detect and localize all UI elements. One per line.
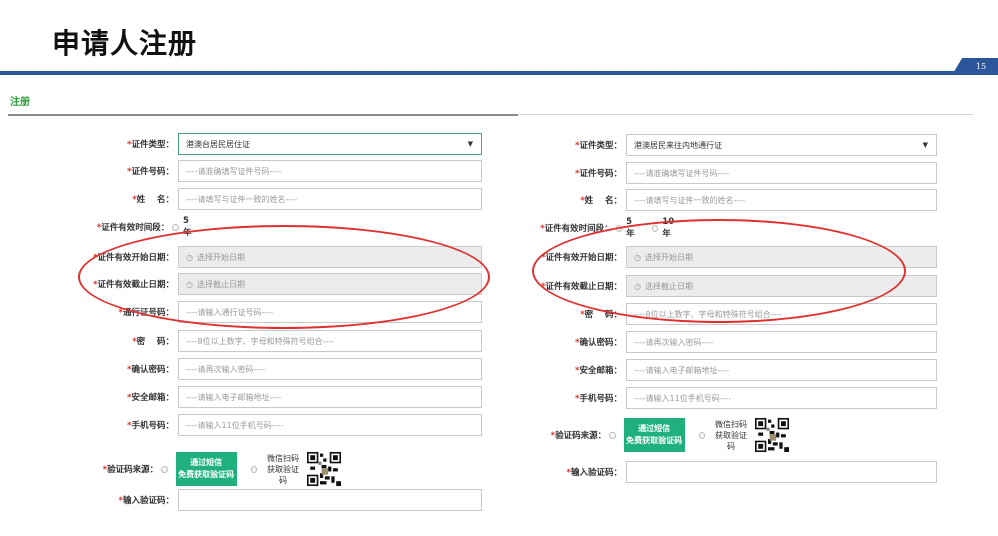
left-row-code-source: *验证码来源： 通过短信 免费获取验证码 微信扫码 获取验证码	[20, 449, 342, 489]
right-row-email: *安全邮箱： ----请输入电子邮箱地址----	[468, 359, 937, 381]
highlight-ellipse-left	[78, 225, 490, 329]
phone-input[interactable]: ----请输入11位手机号码----	[178, 414, 482, 436]
phone-label: 手机号码：	[579, 394, 622, 404]
wechat-scan-label: 微信扫码 获取验证码	[715, 419, 747, 451]
input-code-label: 输入验证码：	[570, 468, 622, 478]
section-title: 注册	[10, 97, 30, 108]
id-type-label: 证件类型：	[131, 140, 174, 150]
wechat-scan-label: 微信扫码 获取验证码	[267, 453, 299, 485]
left-row-password: *密 码： ----8位以上数字、字母和特殊符号组合----	[20, 330, 482, 352]
page-number: 15	[952, 58, 998, 75]
phone-label: 手机号码：	[131, 421, 174, 431]
confirm-password-label: 确认密码：	[579, 338, 622, 348]
password-label: 密 码：	[136, 337, 174, 347]
left-row-id-number: *证件号码： ----请准确填写证件号码----	[20, 160, 482, 182]
radio-sms[interactable]	[609, 431, 616, 439]
right-row-code-source: *验证码来源： 通过短信 免费获取验证码 微信扫码 获取验证码	[468, 415, 790, 455]
radio-sms[interactable]	[161, 465, 168, 473]
radio-wechat[interactable]	[250, 465, 258, 473]
right-row-input-code: *输入验证码：	[468, 461, 937, 483]
sms-code-button[interactable]: 通过短信 免费获取验证码	[175, 452, 237, 486]
id-number-input[interactable]: ----请准确填写证件号码----	[626, 162, 937, 184]
email-label: 安全邮箱：	[579, 366, 622, 376]
validity-period-label: 证件有效时间段：	[101, 223, 170, 233]
caret-down-icon: ▼	[922, 141, 928, 149]
email-label: 安全邮箱：	[131, 393, 174, 403]
code-source-label: 验证码来源：	[107, 465, 159, 475]
confirm-password-label: 确认密码：	[131, 365, 174, 375]
name-label: 姓 名：	[136, 195, 174, 205]
name-label: 姓 名：	[584, 196, 622, 206]
left-row-input-code: *输入验证码：	[20, 489, 482, 511]
radio-wechat[interactable]	[698, 431, 706, 439]
sms-code-button[interactable]: 通过短信 免费获取验证码	[623, 418, 685, 452]
qr-code-icon	[754, 417, 790, 453]
email-input[interactable]: ----请输入电子邮箱地址----	[626, 359, 937, 381]
section-divider-accent	[8, 114, 518, 116]
left-row-phone: *手机号码： ----请输入11位手机号码----	[20, 414, 482, 436]
left-row-confirm-password: *确认密码： ----请再次输入密码----	[20, 358, 482, 380]
id-number-label: 证件号码：	[131, 167, 174, 177]
id-number-input[interactable]: ----请准确填写证件号码----	[178, 160, 482, 182]
password-input[interactable]: ----8位以上数字、字母和特殊符号组合----	[178, 330, 482, 352]
confirm-password-input[interactable]: ----请再次输入密码----	[626, 331, 937, 353]
id-type-select[interactable]: 港澳台居民居住证 ▼	[178, 133, 482, 155]
right-row-id-type: *证件类型： 港澳居民来往内地通行证 ▼	[468, 134, 937, 156]
verification-code-input[interactable]	[626, 461, 937, 483]
email-input[interactable]: ----请输入电子邮箱地址----	[178, 386, 482, 408]
phone-input[interactable]: ----请输入11位手机号码----	[626, 387, 937, 409]
left-row-email: *安全邮箱： ----请输入电子邮箱地址----	[20, 386, 482, 408]
name-input[interactable]: ----请填写与证件一致的姓名----	[178, 188, 482, 210]
right-row-id-number: *证件号码： ----请准确填写证件号码----	[468, 162, 937, 184]
name-input[interactable]: ----请填写与证件一致的姓名----	[626, 189, 937, 211]
input-code-label: 输入验证码：	[122, 496, 174, 506]
radio-5-years[interactable]	[172, 223, 179, 231]
id-type-label: 证件类型：	[579, 141, 622, 151]
header-rule	[0, 71, 998, 75]
right-row-phone: *手机号码： ----请输入11位手机号码----	[468, 387, 937, 409]
left-row-name: *姓 名： ----请填写与证件一致的姓名----	[20, 188, 482, 210]
confirm-password-input[interactable]: ----请再次输入密码----	[178, 358, 482, 380]
code-source-label: 验证码来源：	[555, 431, 607, 441]
left-row-id-type: *证件类型： 港澳台居民居住证 ▼	[20, 133, 482, 155]
right-row-confirm-password: *确认密码： ----请再次输入密码----	[468, 331, 937, 353]
id-number-label: 证件号码：	[579, 169, 622, 179]
right-row-name: *姓 名： ----请填写与证件一致的姓名----	[468, 189, 937, 211]
id-type-select[interactable]: 港澳居民来往内地通行证 ▼	[626, 134, 937, 156]
highlight-ellipse-right	[532, 219, 906, 323]
qr-code-icon	[306, 451, 342, 487]
slide-title: 申请人注册	[52, 27, 198, 60]
verification-code-input[interactable]	[178, 489, 482, 511]
